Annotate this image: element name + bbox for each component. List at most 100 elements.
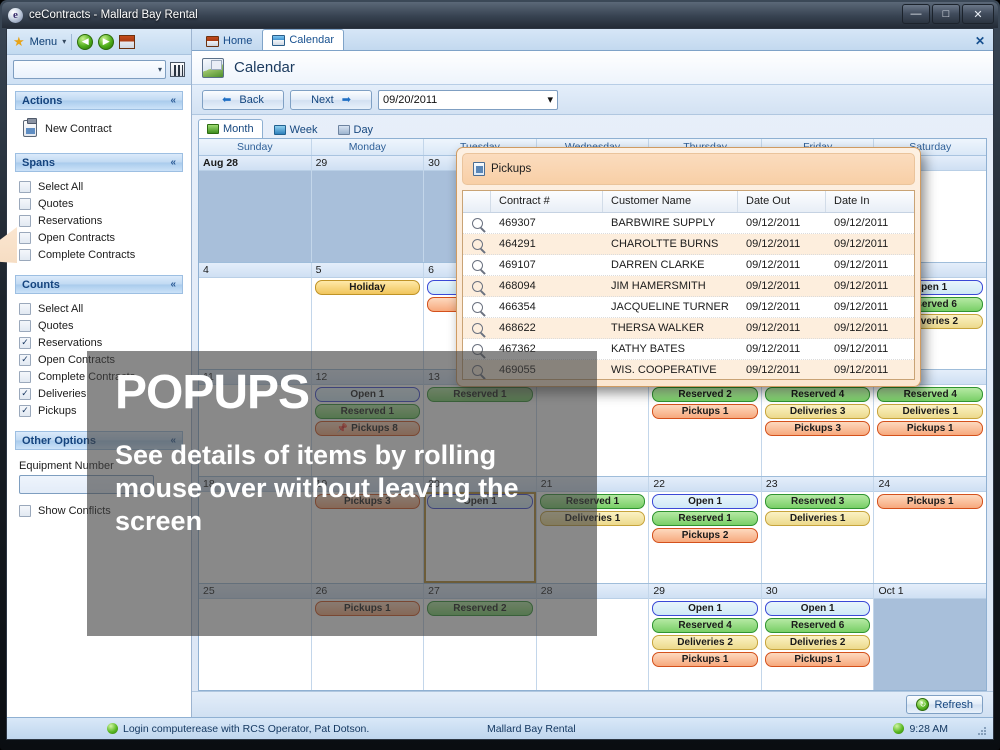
calendar-day-cell[interactable]: Oct 1 [874,584,986,690]
chevron-down-icon[interactable]: ▾ [547,93,553,106]
event-pill-reserved[interactable]: Reserved 4 [877,387,983,402]
next-button[interactable]: Next ➡ [290,90,372,110]
checkbox-icon[interactable]: ✓ [19,371,31,383]
event-pill-deliveries[interactable]: Deliveries 3 [765,404,871,419]
checkbox-icon[interactable]: ✓ [19,388,31,400]
calendar-day-cell[interactable]: 23Reserved 3Deliveries 1 [762,477,875,583]
view-tab-month[interactable]: Month [198,119,263,138]
group-header-spans[interactable]: Spans « [15,153,183,172]
event-pill-open[interactable]: Open 1 [765,601,871,616]
calendar-day-cell[interactable]: 29Open 1Reserved 4Deliveries 2Pickups 1 [649,584,762,690]
collapse-chevron-icon[interactable]: « [170,157,176,168]
collapse-chevron-icon[interactable]: « [170,279,176,290]
span-select-all[interactable]: ✓ Select All [19,178,181,195]
event-pill-open[interactable]: Open 1 [652,601,758,616]
checkbox-icon[interactable]: ✓ [19,303,31,315]
group-header-counts[interactable]: Counts « [15,275,183,294]
checkbox-icon[interactable]: ✓ [19,181,31,193]
table-row[interactable]: 469307BARBWIRE SUPPLY09/12/201109/12/201… [463,213,914,234]
magnifier-icon[interactable] [463,302,491,313]
calendar-day-cell[interactable]: 30Open 1Reserved 6Deliveries 2Pickups 1 [762,584,875,690]
event-pill-holiday[interactable]: Holiday [315,280,421,295]
checkbox-icon[interactable]: ✓ [19,198,31,210]
view-tab-day[interactable]: Day [329,121,383,138]
table-row[interactable]: 466354JACQUELINE TURNER09/12/201109/12/2… [463,297,914,318]
count-quotes[interactable]: ✓ Quotes [19,317,181,334]
event-pill-pickups[interactable]: Pickups 1 [652,404,758,419]
event-pill-reserved[interactable]: Reserved 6 [765,618,871,633]
date-picker[interactable]: 09/20/2011 ▾ [378,90,558,110]
span-quotes[interactable]: ✓ Quotes [19,195,181,212]
forward-nav-icon[interactable]: ▶ [98,34,114,50]
view-tab-week[interactable]: Week [265,121,327,138]
count-reservations[interactable]: ✓ Reservations [19,334,181,351]
event-pill-reserved[interactable]: Reserved 2 [652,387,758,402]
magnifier-icon[interactable] [463,281,491,292]
table-row[interactable]: 464291CHAROLTTE BURNS09/12/201109/12/201… [463,234,914,255]
event-pill-open[interactable]: Open 1 [652,494,758,509]
span-complete-contracts[interactable]: ✓ Complete Contracts [19,246,181,263]
back-button[interactable]: ⬅ Back [202,90,284,110]
back-nav-icon[interactable]: ◀ [77,34,93,50]
span-open-contracts[interactable]: ✓ Open Contracts [19,229,181,246]
maximize-button[interactable]: □ [932,4,960,24]
checkbox-icon[interactable]: ✓ [19,337,31,349]
magnifier-icon[interactable] [463,260,491,271]
event-pill-pickups[interactable]: Pickups 1 [652,652,758,667]
calendar-day-cell[interactable]: Aug 28 [199,156,312,262]
sidebar-combo[interactable]: ▾ [13,60,166,79]
event-pill-deliveries[interactable]: Deliveries 1 [765,511,871,526]
event-pill-pickups[interactable]: Pickups 1 [877,421,983,436]
count-select-all[interactable]: ✓ Select All [19,300,181,317]
checkbox-icon[interactable]: ✓ [19,232,31,244]
favorites-star-icon[interactable]: ★ [13,34,25,50]
calendar-day-cell[interactable]: 22Open 1Reserved 1Pickups 2 [649,477,762,583]
close-button[interactable]: ✕ [962,4,994,24]
binoculars-icon[interactable] [170,62,185,77]
refresh-button[interactable]: ↻ Refresh [906,695,983,714]
table-row[interactable]: 469107DARREN CLARKE09/12/201109/12/2011 [463,255,914,276]
tab-home[interactable]: Home [196,31,262,50]
magnifier-icon[interactable] [463,239,491,250]
popup-col-date-in[interactable]: Date In [826,191,914,212]
resize-grip[interactable] [977,726,987,736]
event-pill-deliveries[interactable]: Deliveries 2 [765,635,871,650]
event-pill-reserved[interactable]: Reserved 3 [765,494,871,509]
row-customer-name: WIS. COOPERATIVE [603,364,738,376]
home-icon[interactable] [119,35,135,49]
checkbox-icon[interactable]: ✓ [19,405,31,417]
checkbox-icon[interactable]: ✓ [19,354,31,366]
magnifier-icon[interactable] [463,218,491,229]
event-pill-reserved[interactable]: Reserved 4 [652,618,758,633]
chevron-down-icon[interactable]: ▾ [62,37,66,46]
event-pill-deliveries[interactable]: Deliveries 2 [652,635,758,650]
calendar-day-cell[interactable]: 29 [312,156,425,262]
menu-button[interactable]: Menu [30,36,58,48]
popup-col-contract[interactable]: Contract # [491,191,603,212]
event-pill-pickups[interactable]: Pickups 1 [877,494,983,509]
table-row[interactable]: 468622THERSA WALKER09/12/201109/12/2011 [463,318,914,339]
span-reservations[interactable]: ✓ Reservations [19,212,181,229]
event-pill-pickups[interactable]: Pickups 1 [765,652,871,667]
minimize-button[interactable]: — [902,4,930,24]
close-tab-icon[interactable]: ✕ [975,34,985,48]
checkbox-icon[interactable]: ✓ [19,320,31,332]
checkbox-icon[interactable]: ✓ [19,505,31,517]
event-pill-pickups[interactable]: Pickups 3 [765,421,871,436]
checkbox-icon[interactable]: ✓ [19,215,31,227]
magnifier-icon[interactable] [463,323,491,334]
table-row[interactable]: 468094JIM HAMERSMITH09/12/201109/12/2011 [463,276,914,297]
popup-col-date-out[interactable]: Date Out [738,191,826,212]
chevron-down-icon[interactable]: ▾ [158,65,162,74]
event-pill-deliveries[interactable]: Deliveries 1 [877,404,983,419]
group-header-actions[interactable]: Actions « [15,91,183,110]
event-pill-reserved[interactable]: Reserved 1 [652,511,758,526]
event-pill-reserved[interactable]: Reserved 4 [765,387,871,402]
event-pill-pickups[interactable]: Pickups 2 [652,528,758,543]
calendar-day-cell[interactable]: 24Pickups 1 [874,477,986,583]
checkbox-icon[interactable]: ✓ [19,249,31,261]
new-contract-action[interactable]: New Contract [19,116,181,141]
popup-col-customer[interactable]: Customer Name [603,191,738,212]
tab-calendar[interactable]: Calendar [262,29,344,50]
collapse-chevron-icon[interactable]: « [170,95,176,106]
